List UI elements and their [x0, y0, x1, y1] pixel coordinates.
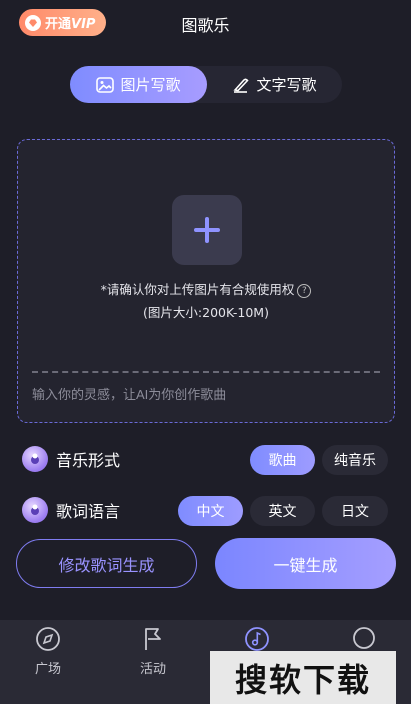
option-pure-music[interactable]: 纯音乐 — [322, 445, 388, 475]
nav-label-square: 广场 — [34, 662, 61, 677]
upload-size-hint: (图片大小:200K-10M) — [143, 305, 269, 320]
mascot-icon — [22, 446, 48, 472]
image-upload-area[interactable]: *请确认你对上传图片有合规使用权? (图片大小:200K-10M) — [17, 139, 395, 423]
page-title: 图歌乐 — [181, 16, 230, 35]
flag-icon — [145, 628, 161, 650]
music-form-row: 音乐形式 — [22, 446, 120, 472]
option-japanese[interactable]: 日文 — [322, 496, 388, 526]
add-image-button[interactable] — [172, 195, 242, 265]
tab-image-song[interactable]: 图片写歌 — [70, 66, 207, 103]
nav-item-activity[interactable]: 活动 — [123, 626, 183, 677]
lyric-language-row: 歌词语言 — [22, 497, 120, 523]
music-form-label: 音乐形式 — [56, 451, 121, 470]
tab-image-song-label: 图片写歌 — [120, 76, 181, 94]
nav-label-activity: 活动 — [139, 662, 166, 677]
one-click-generate-button[interactable]: 一键生成 — [215, 538, 396, 589]
upload-notice: *请确认你对上传图片有合规使用权 — [100, 282, 295, 297]
edit-lyrics-button[interactable]: 修改歌词生成 — [16, 539, 197, 588]
help-icon[interactable]: ? — [297, 284, 312, 298]
mascot-icon — [22, 497, 48, 523]
divider — [32, 371, 380, 373]
nav-item-square[interactable]: 广场 — [18, 626, 78, 677]
option-song[interactable]: 歌曲 — [250, 445, 315, 475]
image-icon — [96, 76, 115, 93]
inspiration-input[interactable] — [32, 387, 372, 402]
option-chinese[interactable]: 中文 — [178, 496, 243, 526]
mode-switch: 图片写歌 文字写歌 — [70, 66, 342, 103]
tab-text-song-label: 文字写歌 — [256, 76, 317, 94]
plus-icon — [194, 217, 220, 243]
option-english[interactable]: 英文 — [250, 496, 315, 526]
compass-icon — [36, 627, 60, 651]
pen-icon — [233, 78, 250, 93]
lyric-language-label: 歌词语言 — [56, 502, 121, 521]
music-note-icon — [245, 627, 269, 651]
watermark: 搜软下载 — [210, 651, 396, 704]
profile-icon — [353, 627, 375, 649]
tab-text-song[interactable]: 文字写歌 — [207, 66, 342, 103]
